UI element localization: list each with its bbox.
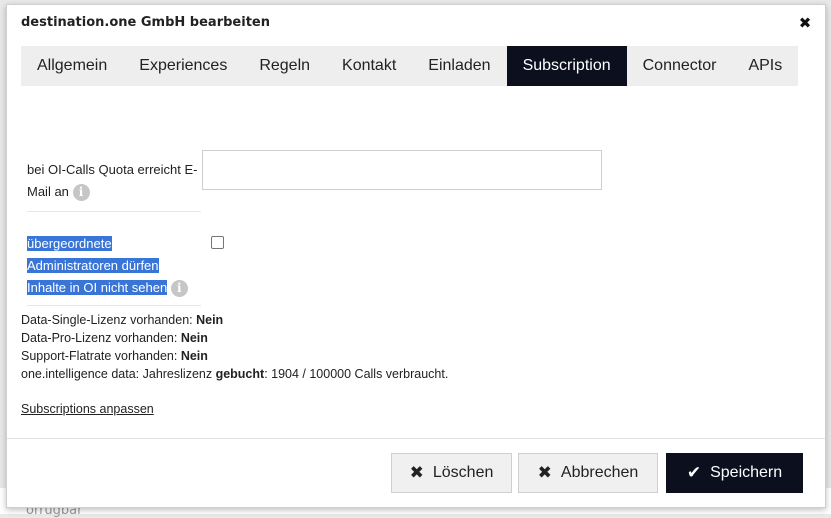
row-divider [27, 305, 201, 306]
form-row-quota-email: bei OI-Calls Quota erreicht E-Mail an i [27, 145, 647, 212]
license-info: Data-Single-Lizenz vorhanden: Nein Data-… [21, 311, 621, 383]
tab-kontakt[interactable]: Kontakt [326, 46, 413, 86]
tab-regeln[interactable]: Regeln [243, 46, 327, 86]
dialog-header: destination.one GmbH bearbeiten ✖ [21, 14, 815, 34]
oi-data-line: one.intelligence data: Jahreslizenz gebu… [21, 367, 449, 381]
tab-einladen[interactable]: Einladen [412, 46, 507, 86]
single-license-line: Data-Single-Lizenz vorhanden: Nein [21, 313, 224, 327]
tab-connector[interactable]: Connector [626, 46, 733, 86]
delete-button[interactable]: ✖ Löschen [391, 453, 512, 493]
tab-bar: Allgemein Experiences Regeln Kontakt Ein… [21, 46, 811, 86]
tab-allgemein[interactable]: Allgemein [21, 46, 124, 86]
tab-apis[interactable]: APIs [732, 46, 799, 86]
info-icon[interactable]: i [72, 184, 90, 202]
quota-email-label: bei OI-Calls Quota erreicht E-Mail an i [27, 162, 198, 202]
close-icon[interactable]: ✖ [797, 14, 813, 32]
pro-license-line: Data-Pro-Lizenz vorhanden: Nein [21, 331, 208, 345]
checkmark-icon: ✔ [686, 463, 702, 482]
subscriptions-adjust-link[interactable]: Subscriptions anpassen [21, 402, 154, 416]
tab-subscription[interactable]: Subscription [506, 46, 627, 86]
edit-dialog: destination.one GmbH bearbeiten ✖ Allgem… [6, 4, 826, 508]
subscription-form: bei OI-Calls Quota erreicht E-Mail an i … [27, 145, 647, 306]
quota-email-input[interactable] [202, 150, 602, 190]
x-icon: ✖ [537, 463, 552, 482]
tab-experiences[interactable]: Experiences [123, 46, 244, 86]
x-icon: ✖ [409, 463, 424, 482]
admin-hide-label: übergeordnete Administratoren dürfen Inh… [27, 233, 201, 299]
info-icon[interactable]: i [170, 280, 188, 298]
form-row-admin-hide: übergeordnete Administratoren dürfen Inh… [27, 211, 647, 306]
support-flatrate-line: Support-Flatrate vorhanden: Nein [21, 349, 208, 363]
cancel-button[interactable]: ✖ Abbrechen [518, 453, 658, 493]
footer-divider [7, 438, 825, 439]
admin-hide-checkbox[interactable] [211, 236, 224, 249]
save-button[interactable]: ✔ Speichern [666, 453, 803, 493]
dialog-title: destination.one GmbH bearbeiten [21, 15, 270, 30]
